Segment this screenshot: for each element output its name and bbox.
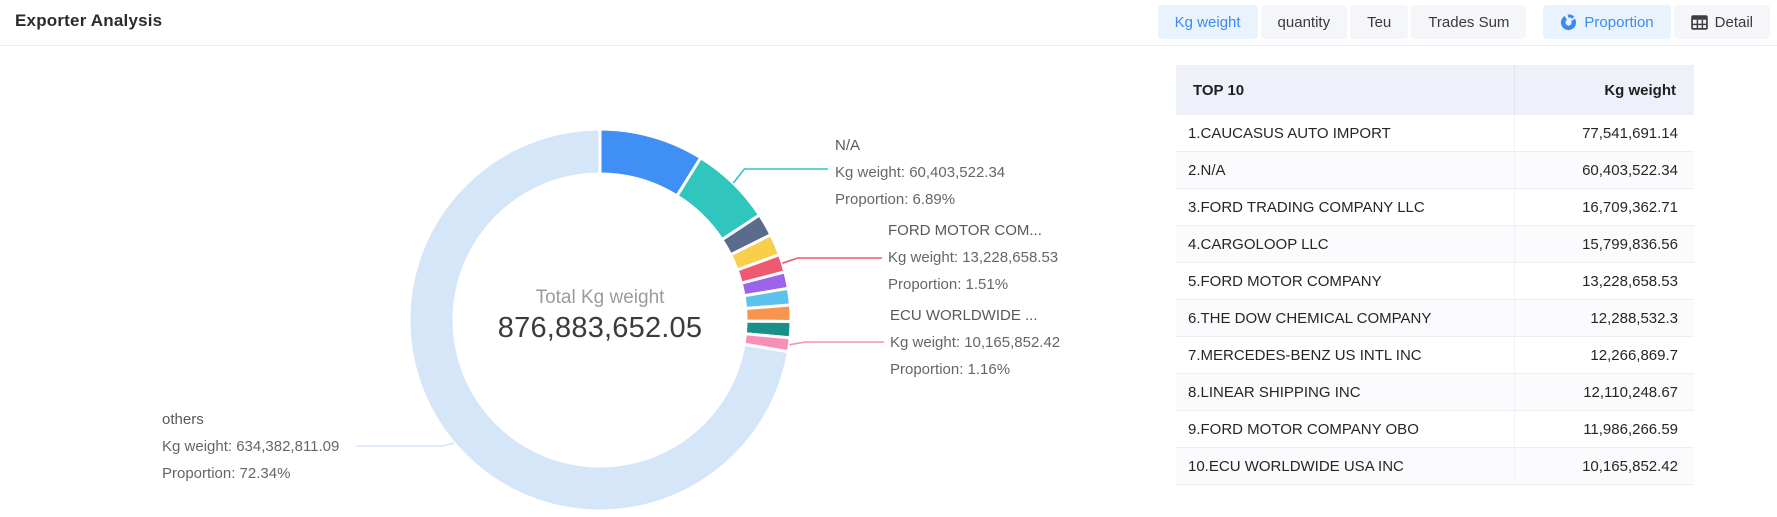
callout-proportion: Proportion: 72.34% <box>162 460 339 487</box>
table-header-kg-weight: Kg weight <box>1515 65 1694 115</box>
kg-weight-cell: 11,986,266.59 <box>1515 411 1694 447</box>
toolbar-button-label: Proportion <box>1584 14 1653 31</box>
callout-name: others <box>162 406 339 433</box>
exporter-name-cell: 4.CARGOLOOP LLC <box>1176 226 1515 262</box>
exporter-name-cell: 3.FORD TRADING COMPANY LLC <box>1176 189 1515 225</box>
exporter-name-cell: 8.LINEAR SHIPPING INC <box>1176 374 1515 410</box>
table-row: 3.FORD TRADING COMPANY LLC16,709,362.71 <box>1176 189 1694 226</box>
exporter-name-cell: 7.MERCEDES-BENZ US INTL INC <box>1176 337 1515 373</box>
callout-others: othersKg weight: 634,382,811.09Proportio… <box>162 406 339 487</box>
kg-weight-cell: 12,110,248.67 <box>1515 374 1694 410</box>
toolbar-button-label: quantity <box>1278 14 1331 31</box>
toolbar-button-kg-weight[interactable]: Kg weight <box>1158 5 1258 39</box>
callout-leader-line-ecu-worldwide <box>789 342 884 345</box>
top10-table: TOP 10 Kg weight 1.CAUCASUS AUTO IMPORT7… <box>1176 65 1694 485</box>
chart-center-value: 876,883,652.05 <box>450 312 750 345</box>
table-row: 9.FORD MOTOR COMPANY OBO11,986,266.59 <box>1176 411 1694 448</box>
table-row: 6.THE DOW CHEMICAL COMPANY12,288,532.3 <box>1176 300 1694 337</box>
top-bar: Exporter Analysis Kg weight quantity Teu Tr… <box>0 0 1777 46</box>
callout-name: N/A <box>835 132 1005 159</box>
callout-kg-weight: Kg weight: 60,403,522.34 <box>835 159 1005 186</box>
toolbar-button-trades-sum[interactable]: Trades Sum <box>1411 5 1526 39</box>
callout-kg-weight: Kg weight: 10,165,852.42 <box>890 329 1060 356</box>
chart-center-label: Total Kg weight <box>450 287 750 309</box>
exporter-name-cell: 2.N/A <box>1176 152 1515 188</box>
callout-name: ECU WORLDWIDE ... <box>890 302 1060 329</box>
kg-weight-cell: 77,541,691.14 <box>1515 115 1694 151</box>
table-row: 10.ECU WORLDWIDE USA INC10,165,852.42 <box>1176 448 1694 485</box>
table-row: 4.CARGOLOOP LLC15,799,836.56 <box>1176 226 1694 263</box>
callout-proportion: Proportion: 1.16% <box>890 356 1060 383</box>
toolbar-button-teu[interactable]: Teu <box>1350 5 1408 39</box>
table-header-top10: TOP 10 <box>1176 65 1515 115</box>
table-row: 7.MERCEDES-BENZ US INTL INC12,266,869.7 <box>1176 337 1694 374</box>
donut-chart-area: Total Kg weight 876,883,652.05 N/AKg wei… <box>0 47 1160 517</box>
kg-weight-cell: 15,799,836.56 <box>1515 226 1694 262</box>
callout-leader-line-n-a <box>733 169 828 183</box>
callout-n-a: N/AKg weight: 60,403,522.34Proportion: 6… <box>835 132 1005 213</box>
toolbar-button-detail[interactable]: Detail <box>1674 5 1770 39</box>
kg-weight-cell: 13,228,658.53 <box>1515 263 1694 299</box>
chart-center: Total Kg weight 876,883,652.05 <box>450 287 750 345</box>
callout-ecu-worldwide: ECU WORLDWIDE ...Kg weight: 10,165,852.4… <box>890 302 1060 383</box>
callout-proportion: Proportion: 1.51% <box>888 271 1058 298</box>
table-row: 5.FORD MOTOR COMPANY13,228,658.53 <box>1176 263 1694 300</box>
exporter-name-cell: 1.CAUCASUS AUTO IMPORT <box>1176 115 1515 151</box>
callout-proportion: Proportion: 6.89% <box>835 186 1005 213</box>
table-row: 2.N/A60,403,522.34 <box>1176 152 1694 189</box>
callout-ford-motor-com: FORD MOTOR COM...Kg weight: 13,228,658.5… <box>888 217 1058 298</box>
kg-weight-cell: 60,403,522.34 <box>1515 152 1694 188</box>
exporter-name-cell: 10.ECU WORLDWIDE USA INC <box>1176 448 1515 484</box>
toolbar-button-label: Detail <box>1715 14 1753 31</box>
table-header-row: TOP 10 Kg weight <box>1176 65 1694 115</box>
table-row: 8.LINEAR SHIPPING INC12,110,248.67 <box>1176 374 1694 411</box>
toolbar-button-label: Trades Sum <box>1428 14 1509 31</box>
table-body: 1.CAUCASUS AUTO IMPORT77,541,691.142.N/A… <box>1176 115 1694 485</box>
toolbar-button-quantity[interactable]: quantity <box>1261 5 1348 39</box>
table-icon <box>1691 15 1708 30</box>
kg-weight-cell: 16,709,362.71 <box>1515 189 1694 225</box>
toolbar: Kg weight quantity Teu Trades Sum Proportion… <box>1158 5 1770 39</box>
kg-weight-cell: 10,165,852.42 <box>1515 448 1694 484</box>
toolbar-button-label: Teu <box>1367 14 1391 31</box>
page-title: Exporter Analysis <box>15 11 162 31</box>
toolbar-button-label: Kg weight <box>1175 14 1241 31</box>
exporter-name-cell: 6.THE DOW CHEMICAL COMPANY <box>1176 300 1515 336</box>
callout-kg-weight: Kg weight: 634,382,811.09 <box>162 433 339 460</box>
callout-leader-line-ford-motor-com <box>782 258 882 263</box>
callout-leader-line-others <box>356 443 454 446</box>
table-row: 1.CAUCASUS AUTO IMPORT77,541,691.14 <box>1176 115 1694 152</box>
toolbar-button-proportion[interactable]: Proportion <box>1543 5 1670 39</box>
callout-kg-weight: Kg weight: 13,228,658.53 <box>888 244 1058 271</box>
exporter-name-cell: 9.FORD MOTOR COMPANY OBO <box>1176 411 1515 447</box>
donut-chart-icon <box>1560 14 1577 31</box>
callout-name: FORD MOTOR COM... <box>888 217 1058 244</box>
kg-weight-cell: 12,266,869.7 <box>1515 337 1694 373</box>
exporter-name-cell: 5.FORD MOTOR COMPANY <box>1176 263 1515 299</box>
donut-slice-linear-shipping-inc[interactable] <box>746 305 791 322</box>
kg-weight-cell: 12,288,532.3 <box>1515 300 1694 336</box>
